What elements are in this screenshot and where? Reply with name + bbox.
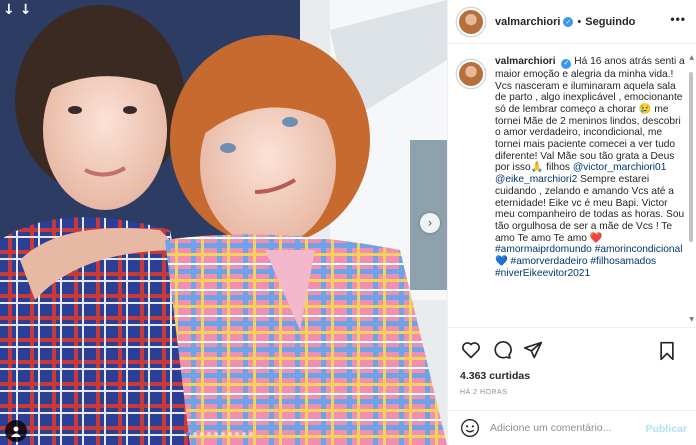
post-media[interactable]: ↓ ↓ › <box>0 0 447 445</box>
following-button[interactable]: Seguindo <box>585 16 635 28</box>
post-side-panel: valmarchiori ✓ • Seguindo ••• valmarchio… <box>447 0 696 445</box>
mention-link[interactable]: @victor_marchiori01 <box>573 162 667 173</box>
smile-icon[interactable] <box>460 418 480 438</box>
hashtag-link[interactable]: #amorincondicional <box>595 244 683 255</box>
heart-emoji: 💙 <box>495 256 508 268</box>
user-tag-button[interactable] <box>5 420 27 442</box>
post-photo <box>0 0 447 445</box>
comment-box: Publicar <box>448 410 696 445</box>
verified-badge-icon: ✓ <box>563 16 574 27</box>
publish-button[interactable]: Publicar <box>646 423 687 435</box>
chevron-right-icon: › <box>427 216 433 230</box>
heart-icon <box>462 342 480 359</box>
carousel-dot <box>207 432 211 436</box>
post-timestamp[interactable]: HÁ 2 HORAS <box>460 389 507 396</box>
hashtag-link[interactable]: #amormaiprdomundo <box>495 244 592 255</box>
carousel-dot <box>228 432 232 436</box>
username-link[interactable]: valmarchiori <box>495 16 560 28</box>
carousel-dot <box>200 432 204 436</box>
hashtag-link[interactable]: #filhosamados <box>590 256 656 267</box>
share-button[interactable] <box>522 339 544 361</box>
bookmark-icon <box>660 341 674 361</box>
caption: valmarchiori ✓ Há 16 anos atrás senti a … <box>495 56 689 326</box>
scrollbar-thumb[interactable] <box>689 72 693 242</box>
download-icon[interactable]: ↓ <box>3 3 15 17</box>
like-count[interactable]: 4.363 curtidas <box>460 370 530 382</box>
carousel-dot <box>186 432 190 436</box>
scroll-down-icon[interactable]: ▼ <box>689 316 694 323</box>
more-options-icon[interactable]: ••• <box>670 12 686 26</box>
carousel-dot <box>214 432 218 436</box>
post-actions <box>448 327 696 372</box>
comment-input[interactable] <box>490 422 640 434</box>
download-icons[interactable]: ↓ ↓ <box>3 3 31 17</box>
comment-button[interactable] <box>491 339 513 361</box>
post-header: valmarchiori ✓ • Seguindo ••• <box>448 0 696 44</box>
mention-link[interactable]: @eike_marchiori2 <box>495 174 577 185</box>
save-button[interactable] <box>656 340 678 362</box>
caption-text: Há 16 anos atrás senti a maior emoção e … <box>495 56 685 174</box>
carousel-indicator <box>186 432 253 436</box>
carousel-dot <box>249 432 253 436</box>
hashtag-link[interactable]: #amorverdadeiro <box>511 256 588 267</box>
download-icon[interactable]: ↓ <box>20 3 32 17</box>
user-tag-icon <box>11 426 21 437</box>
share-icon <box>523 341 543 359</box>
separator: • <box>577 15 582 28</box>
hashtag-link[interactable]: #niverEikeevitor2021 <box>495 268 590 279</box>
like-button[interactable] <box>460 339 482 361</box>
avatar[interactable] <box>457 60 485 88</box>
carousel-dot <box>221 432 225 436</box>
caption-section: valmarchiori ✓ Há 16 anos atrás senti a … <box>448 56 696 326</box>
avatar[interactable] <box>457 7 485 36</box>
carousel-dot <box>235 432 239 436</box>
scroll-up-icon[interactable]: ▲ <box>689 54 694 61</box>
caption-scrollbar[interactable] <box>689 56 694 318</box>
heart-emoji: ❤️ <box>589 232 603 244</box>
carousel-dot <box>193 432 197 436</box>
verified-badge-icon: ✓ <box>561 58 572 69</box>
comment-icon <box>494 341 512 359</box>
carousel-dot <box>242 432 246 436</box>
caption-username[interactable]: valmarchiori <box>495 56 556 67</box>
next-image-button[interactable]: › <box>420 213 440 233</box>
